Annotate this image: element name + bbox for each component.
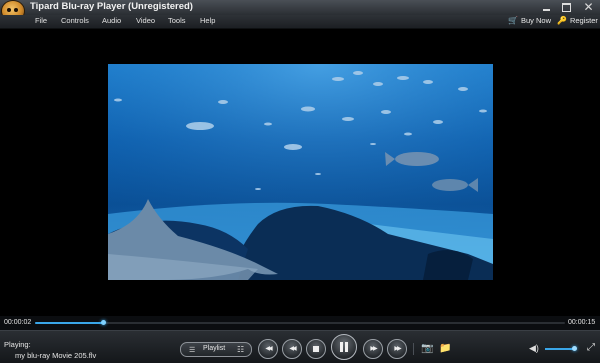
previous-icon: ◀◀ bbox=[265, 346, 272, 352]
seek-progress-fill bbox=[35, 322, 104, 324]
playlist-label: Playlist bbox=[203, 345, 226, 352]
camera-icon[interactable]: 📷 bbox=[421, 343, 433, 354]
video-area[interactable] bbox=[0, 29, 600, 315]
close-button[interactable]: ✕ bbox=[581, 0, 596, 14]
cart-icon: 🛒 bbox=[508, 16, 518, 25]
stop-button[interactable] bbox=[306, 339, 326, 359]
next-button[interactable]: ▶▶ bbox=[387, 339, 407, 359]
menu-icon: ☰ bbox=[189, 347, 196, 354]
menu-controls[interactable]: Controls bbox=[61, 16, 89, 25]
control-bar: Playing: my blu-ray Movie 205.flv ☰ Play… bbox=[0, 330, 600, 363]
next-icon: ▶▶ bbox=[394, 346, 401, 352]
register-link[interactable]: 🔑 Register bbox=[557, 16, 598, 25]
list-icon: ☷ bbox=[237, 345, 245, 354]
folder-icon[interactable]: 📁 bbox=[439, 343, 451, 354]
rewind-button[interactable]: ◀◀ bbox=[282, 339, 302, 359]
seek-slider[interactable] bbox=[35, 320, 565, 325]
current-time: 00:00:02 bbox=[4, 319, 32, 326]
menu-video[interactable]: Video bbox=[136, 16, 155, 25]
volume-icon[interactable]: ◀) bbox=[529, 343, 539, 354]
fast-forward-icon: ▶▶ bbox=[370, 346, 377, 352]
volume-fill bbox=[545, 348, 576, 350]
total-time: 00:00:15 bbox=[568, 319, 596, 326]
minimize-button[interactable] bbox=[539, 0, 554, 14]
menu-audio[interactable]: Audio bbox=[102, 16, 121, 25]
buy-now-link[interactable]: 🛒 Buy Now bbox=[508, 16, 551, 25]
key-icon: 🔑 bbox=[557, 16, 567, 25]
playlist-button[interactable]: ☰ Playlist ☷ bbox=[180, 342, 252, 357]
buy-now-label: Buy Now bbox=[520, 16, 551, 25]
volume-slider[interactable] bbox=[545, 346, 578, 351]
title-bar: Tipard Blu-ray Player (Unregistered) ✕ bbox=[0, 0, 600, 21]
menu-help[interactable]: Help bbox=[200, 16, 215, 25]
rewind-icon: ◀◀ bbox=[289, 346, 296, 352]
underwater-scene-image bbox=[108, 64, 493, 280]
seek-handle[interactable] bbox=[100, 320, 106, 325]
seek-bar: 00:00:02 00:00:15 bbox=[0, 316, 600, 330]
pause-icon bbox=[340, 342, 343, 352]
maximize-button[interactable] bbox=[559, 0, 574, 14]
playing-label: Playing: bbox=[4, 340, 31, 349]
register-label: Register bbox=[569, 16, 598, 25]
fast-forward-button[interactable]: ▶▶ bbox=[363, 339, 383, 359]
previous-button[interactable]: ◀◀ bbox=[258, 339, 278, 359]
volume-handle[interactable] bbox=[572, 346, 578, 351]
stop-icon bbox=[313, 346, 319, 352]
divider bbox=[413, 343, 414, 355]
fullscreen-icon[interactable]: ⤢ bbox=[587, 342, 595, 353]
pause-button[interactable] bbox=[331, 334, 357, 360]
menu-bar: File Controls Audio Video Tools Help 🛒 Bu… bbox=[0, 15, 600, 29]
menu-tools[interactable]: Tools bbox=[168, 16, 186, 25]
window-title: Tipard Blu-ray Player (Unregistered) bbox=[30, 1, 193, 12]
menu-file[interactable]: File bbox=[35, 16, 47, 25]
video-frame bbox=[108, 64, 493, 280]
playing-file-name: my blu-ray Movie 205.flv bbox=[15, 351, 97, 360]
